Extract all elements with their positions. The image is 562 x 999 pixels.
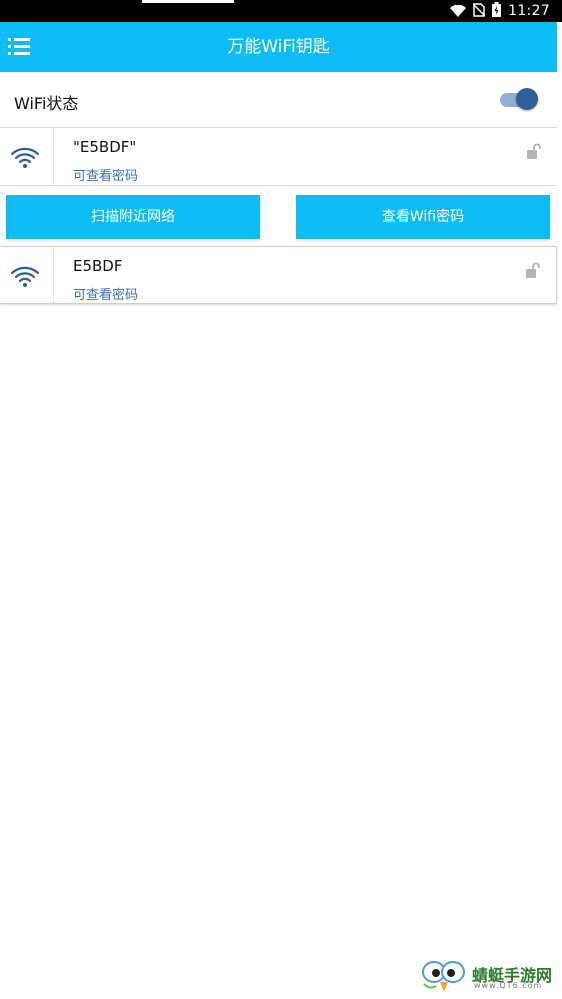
- network-ssid: E5BDF: [73, 257, 123, 275]
- status-time: 11:27: [508, 3, 550, 19]
- status-icons: 11:27: [450, 0, 550, 22]
- wifi-toggle[interactable]: [500, 86, 540, 112]
- unlocked-lock-icon: [525, 143, 543, 165]
- password-hint: 可查看密码: [73, 169, 139, 184]
- network-ssid: "E5BDF": [73, 138, 137, 156]
- no-sim-icon: [472, 2, 486, 21]
- status-bar: 11:27: [0, 0, 562, 22]
- network-list-item[interactable]: E5BDF 可查看密码: [0, 246, 557, 304]
- network-list-item[interactable]: "E5BDF" 可查看密码: [0, 128, 557, 186]
- wifi-icon: [10, 145, 40, 173]
- password-hint: 可查看密码: [73, 288, 139, 303]
- wifi-icon: [10, 264, 40, 292]
- list-menu-icon[interactable]: [8, 38, 30, 58]
- battery-charging-icon: [492, 1, 502, 21]
- dragonfly-logo-icon: [420, 960, 468, 998]
- app-bar: 万能WiFi钥匙: [0, 22, 557, 72]
- view-wifi-password-button[interactable]: 查看Wifi密码: [296, 195, 550, 239]
- network-icon-cell: [0, 128, 54, 185]
- network-icon-cell: [0, 247, 54, 303]
- unlocked-lock-icon: [524, 262, 542, 284]
- wifi-status-label: WiFi状态: [14, 94, 79, 113]
- wifi-signal-icon: [450, 2, 467, 21]
- status-bar-highlight: [142, 0, 234, 3]
- toggle-knob: [516, 88, 538, 110]
- watermark: 蜻蜓手游网 www.QT6.com: [420, 960, 560, 994]
- wifi-status-row: WiFi状态: [0, 72, 557, 128]
- scan-networks-button[interactable]: 扫描附近网络: [6, 195, 260, 239]
- app-title: 万能WiFi钥匙: [227, 37, 330, 57]
- watermark-url: www.QT6.com: [474, 981, 543, 990]
